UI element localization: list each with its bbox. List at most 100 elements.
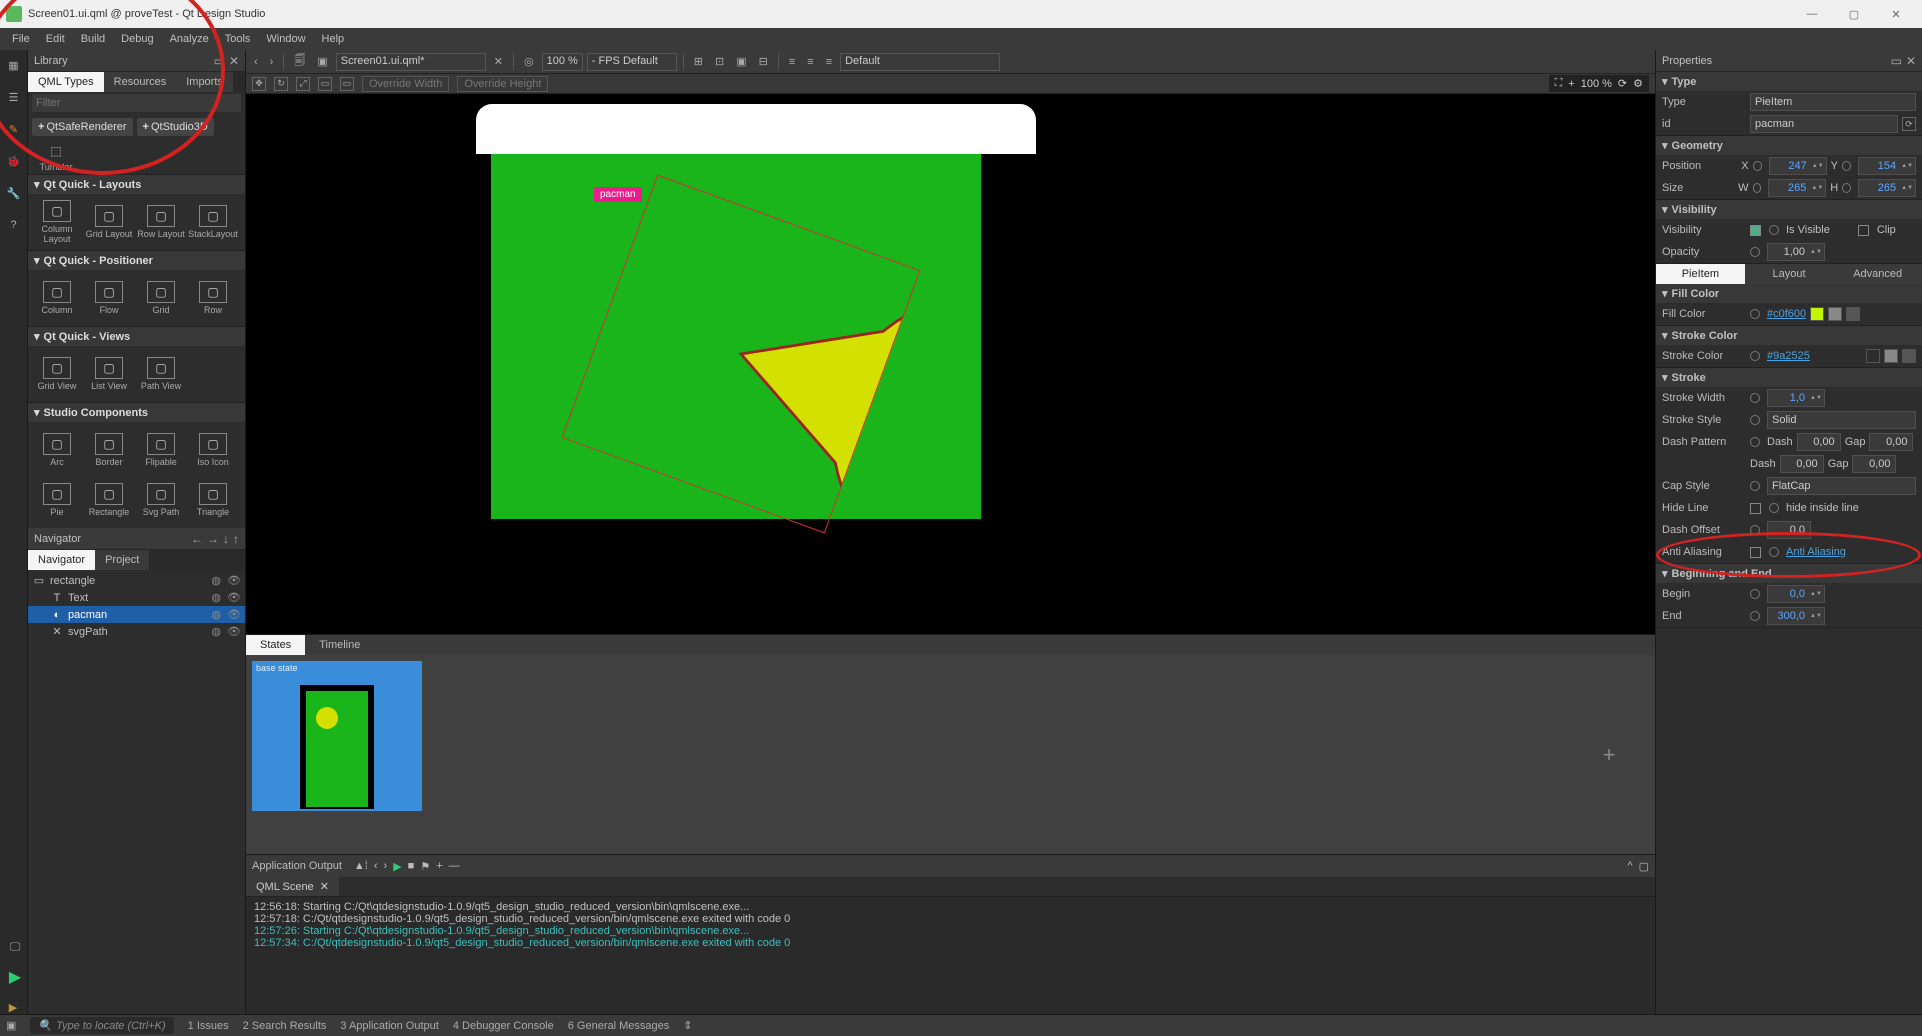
fit-icon[interactable]: + [1568, 78, 1574, 90]
library-item[interactable]: ▢Grid View [32, 350, 82, 398]
visible-check[interactable] [1750, 225, 1761, 236]
locator-input[interactable]: 🔍 Type to locate (Ctrl+K) [30, 1017, 173, 1034]
strokecolor-swatch[interactable] [1866, 349, 1880, 363]
wrench-icon[interactable]: 🔧 [5, 184, 23, 202]
align-r-icon[interactable]: ≡ [822, 54, 836, 70]
nav-row-pacman[interactable]: ◐pacman◍👁 [28, 606, 245, 623]
snap-icon[interactable]: ⊞ [690, 53, 707, 70]
collapse-icon[interactable]: ^ [1627, 860, 1632, 872]
library-item[interactable]: ▢Rectangle [84, 476, 134, 524]
pos-y-input[interactable]: 154▲▼ [1858, 157, 1916, 175]
library-item[interactable]: ▢Row Layout [136, 198, 186, 246]
close-file-icon[interactable]: ✕ [490, 53, 507, 70]
tab-project[interactable]: Project [95, 550, 149, 570]
clip-check[interactable] [1858, 225, 1869, 236]
menu-file[interactable]: File [6, 31, 36, 47]
library-item[interactable]: ▢Flow [84, 274, 134, 322]
antialias-check[interactable] [1750, 547, 1761, 558]
canvas[interactable]: pacman [246, 94, 1655, 634]
tab-timeline[interactable]: Timeline [305, 635, 374, 655]
library-item[interactable]: ▢Arc [32, 426, 82, 474]
library-item[interactable]: ▢Column Layout [32, 198, 82, 246]
tab-qml-types[interactable]: QML Types [28, 72, 104, 92]
override-height[interactable]: Override Height [457, 76, 548, 92]
forward-icon[interactable]: › [266, 54, 278, 70]
add-state-button[interactable]: + [1589, 735, 1629, 775]
ptab-pieitem[interactable]: PieItem [1656, 264, 1745, 284]
library-item[interactable]: ▢Column [32, 274, 82, 322]
size-w-input[interactable]: 265▲▼ [1768, 179, 1826, 197]
menu-help[interactable]: Help [316, 31, 351, 47]
bug-icon[interactable]: 🐞 [5, 152, 23, 170]
edit-icon[interactable]: ✎ [5, 120, 23, 138]
state-card-base[interactable]: base state [252, 661, 422, 811]
nav-row-svgPath[interactable]: ✕svgPath◍👁 [28, 623, 245, 640]
strokewidth-input[interactable]: 1,0▲▼ [1767, 389, 1825, 407]
zoom-combo[interactable]: 100 % [542, 53, 583, 71]
grid2-icon[interactable]: ⊟ [755, 53, 772, 70]
library-item[interactable]: ▢List View [84, 350, 134, 398]
tool5-icon[interactable]: ▭ [340, 77, 354, 91]
strokecolor-value[interactable]: #9a2525 [1767, 350, 1810, 362]
list-icon[interactable]: ☰ [5, 88, 23, 106]
target-icon[interactable]: ◎ [520, 53, 538, 70]
file-combo[interactable]: Screen01.ui.qml* [336, 53, 486, 71]
stop2-icon[interactable]: ■ [408, 860, 415, 872]
begin-input[interactable]: 0,0▲▼ [1767, 585, 1825, 603]
id-field[interactable] [1750, 115, 1898, 133]
help-icon[interactable]: ? [5, 216, 23, 234]
maximize-button[interactable]: ▢ [1834, 3, 1874, 25]
tab-imports[interactable]: Imports [176, 72, 233, 92]
nav-up-icon[interactable]: ↑ [233, 532, 239, 546]
fullscreen-icon[interactable]: ⛶ [1555, 77, 1563, 90]
attach-icon[interactable]: ⚑ [420, 860, 430, 873]
close2-icon[interactable]: ✕ [1906, 54, 1916, 68]
split2-icon[interactable]: ▭ [1891, 54, 1902, 68]
status-debugger[interactable]: 4 Debugger Console [453, 1020, 554, 1032]
opacity-input[interactable]: 1,00▲▼ [1767, 243, 1825, 261]
library-item[interactable]: ▢Row [188, 274, 238, 322]
library-item[interactable]: ▢Path View [136, 350, 186, 398]
style-combo[interactable]: Default [840, 53, 1000, 71]
tool4-icon[interactable]: ▭ [318, 77, 332, 91]
minimize-button[interactable]: — [1792, 3, 1832, 25]
ptab-advanced[interactable]: Advanced [1833, 264, 1922, 284]
stop-icon[interactable]: ▲⁞ [354, 860, 368, 872]
library-item[interactable]: ▢Grid Layout [84, 198, 134, 246]
override-width[interactable]: Override Width [362, 76, 449, 92]
fillcolor-swatch[interactable] [1810, 307, 1824, 321]
pos-x-input[interactable]: 247▲▼ [1769, 157, 1827, 175]
gear-icon[interactable]: ⚙ [1633, 77, 1643, 90]
library-item[interactable]: ▢Iso Icon [188, 426, 238, 474]
detach-icon[interactable]: ▢ [1639, 860, 1649, 873]
next-icon[interactable]: › [384, 860, 388, 872]
align-l-icon[interactable]: ≡ [785, 54, 799, 70]
minus-icon[interactable]: — [449, 860, 460, 872]
end-input[interactable]: 300,0▲▼ [1767, 607, 1825, 625]
nav-right-icon[interactable]: → [207, 532, 219, 546]
library-item[interactable]: ▢Border [84, 426, 134, 474]
play-icon[interactable]: ▶ [393, 860, 401, 873]
output-tab-qmlscene[interactable]: QML Scene ✕ [246, 877, 339, 896]
grid-icon[interactable]: ▦ [5, 56, 23, 74]
bound-icon[interactable]: ▣ [732, 53, 750, 70]
menu-tools[interactable]: Tools [219, 31, 257, 47]
library-item[interactable]: ▢Flipable [136, 426, 186, 474]
library-item[interactable]: ▢Triangle [188, 476, 238, 524]
fillcolor-value[interactable]: #c0f600 [1767, 308, 1806, 320]
status-messages[interactable]: 6 General Messages [568, 1020, 670, 1032]
library-item[interactable]: ▢Svg Path [136, 476, 186, 524]
capstyle-combo[interactable]: FlatCap [1767, 477, 1916, 495]
menu-analyze[interactable]: Analyze [164, 31, 215, 47]
nav-row-rectangle[interactable]: ▭rectangle◍👁 [28, 572, 245, 589]
chip-qtstudio3d[interactable]: + QtStudio3D [137, 118, 214, 136]
size-h-input[interactable]: 265▲▼ [1858, 179, 1916, 197]
library-item[interactable]: ▢Grid [136, 274, 186, 322]
prev-icon[interactable]: ‹ [374, 860, 378, 872]
close-button[interactable]: ✕ [1876, 3, 1916, 25]
dashoffset-input[interactable]: 0,0 [1767, 521, 1811, 539]
library-item[interactable]: ▢StackLayout [188, 198, 238, 246]
run-icon[interactable]: ▶ [6, 968, 24, 986]
menu-edit[interactable]: Edit [40, 31, 71, 47]
monitor-icon[interactable]: 🖵 [6, 938, 24, 956]
